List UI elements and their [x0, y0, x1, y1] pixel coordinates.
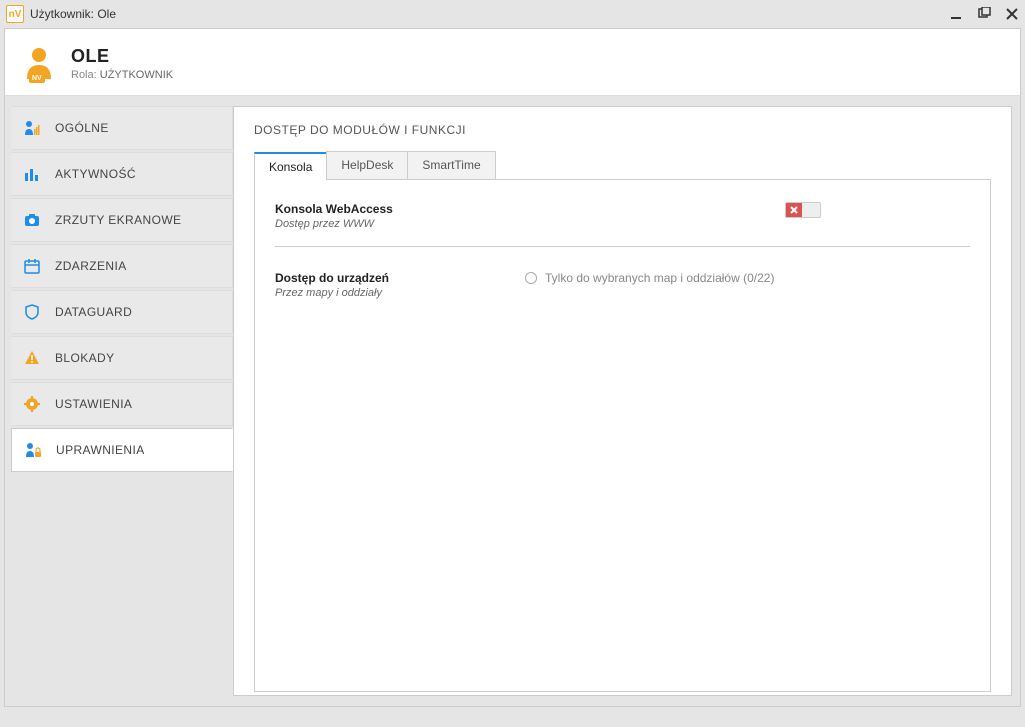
sidebar-item-uprawnienia[interactable]: UPRAWNIENIA: [11, 428, 233, 472]
sidebar-item-ustawienia[interactable]: USTAWIENIA: [11, 382, 233, 426]
sidebar-item-label: BLOKADY: [55, 351, 115, 365]
panel-title: DOSTĘP DO MODUŁÓW I FUNKCJI: [254, 123, 991, 137]
camera-icon: [23, 212, 41, 228]
tab-konsola[interactable]: Konsola: [254, 152, 327, 180]
activity-icon: [23, 166, 41, 182]
devices-subtitle: Przez mapy i oddziały: [275, 287, 525, 299]
radio-icon: [525, 272, 537, 284]
calendar-icon: [23, 258, 41, 274]
avatar-badge: NV: [29, 74, 45, 83]
user-header: NV OLE Rola: UŻYTKOWNIK: [4, 28, 1021, 95]
tab-bar: Konsola HelpDesk SmartTime: [254, 151, 991, 180]
devices-title: Dostęp do urządzeń: [275, 271, 525, 285]
sidebar-item-label: UPRAWNIENIA: [56, 443, 145, 457]
warning-icon: [23, 350, 41, 366]
role-value: UŻYTKOWNIK: [100, 69, 173, 81]
shield-icon: [23, 304, 41, 320]
sidebar-item-label: USTAWIENIA: [55, 397, 132, 411]
avatar: NV: [23, 45, 55, 81]
sidebar-item-blokady[interactable]: BLOKADY: [11, 336, 233, 380]
sidebar-item-aktywnosc[interactable]: AKTYWNOŚĆ: [11, 152, 233, 196]
sidebar-item-label: ZRZUTY EKRANOWE: [55, 213, 181, 227]
tab-helpdesk[interactable]: HelpDesk: [326, 151, 408, 179]
gear-icon: [23, 396, 41, 412]
sidebar: OGÓLNE AKTYWNOŚĆ ZRZUTY EKRANOWE: [5, 96, 233, 706]
sidebar-item-label: OGÓLNE: [55, 121, 109, 135]
app-icon: nV: [6, 5, 24, 23]
tab-content: Konsola WebAccess Dostęp przez WWW Dostę…: [254, 180, 991, 692]
devices-option-label: Tylko do wybranych map i oddziałów (0/22…: [545, 271, 774, 285]
webaccess-title: Konsola WebAccess: [275, 202, 525, 216]
row-devices: Dostęp do urządzeń Przez mapy i oddziały…: [275, 267, 970, 315]
minimize-button[interactable]: [949, 7, 963, 21]
close-button[interactable]: [1005, 7, 1019, 21]
user-bars-icon: [23, 120, 41, 136]
sidebar-item-ogolne[interactable]: OGÓLNE: [11, 106, 233, 150]
tab-smarttime[interactable]: SmartTime: [407, 151, 495, 179]
role-label: Rola:: [71, 69, 97, 81]
user-role: Rola: UŻYTKOWNIK: [71, 69, 173, 81]
sidebar-item-label: DATAGUARD: [55, 305, 132, 319]
sidebar-item-zdarzenia[interactable]: ZDARZENIA: [11, 244, 233, 288]
title-bar: nV Użytkownik: Ole: [0, 0, 1025, 28]
toggle-off-knob: [786, 203, 802, 217]
window-title: Użytkownik: Ole: [30, 7, 943, 21]
sidebar-item-label: ZDARZENIA: [55, 259, 127, 273]
user-name: OLE: [71, 46, 173, 67]
row-webaccess: Konsola WebAccess Dostęp przez WWW: [275, 198, 970, 247]
maximize-button[interactable]: [977, 7, 991, 21]
webaccess-subtitle: Dostęp przez WWW: [275, 218, 525, 230]
webaccess-toggle[interactable]: [785, 202, 821, 218]
sidebar-item-dataguard[interactable]: DATAGUARD: [11, 290, 233, 334]
devices-radio-option[interactable]: Tylko do wybranych map i oddziałów (0/22…: [525, 271, 774, 285]
main-panel: DOSTĘP DO MODUŁÓW I FUNKCJI Konsola Help…: [233, 106, 1012, 696]
sidebar-item-zrzuty[interactable]: ZRZUTY EKRANOWE: [11, 198, 233, 242]
sidebar-item-label: AKTYWNOŚĆ: [55, 167, 136, 181]
user-lock-icon: [24, 442, 42, 458]
